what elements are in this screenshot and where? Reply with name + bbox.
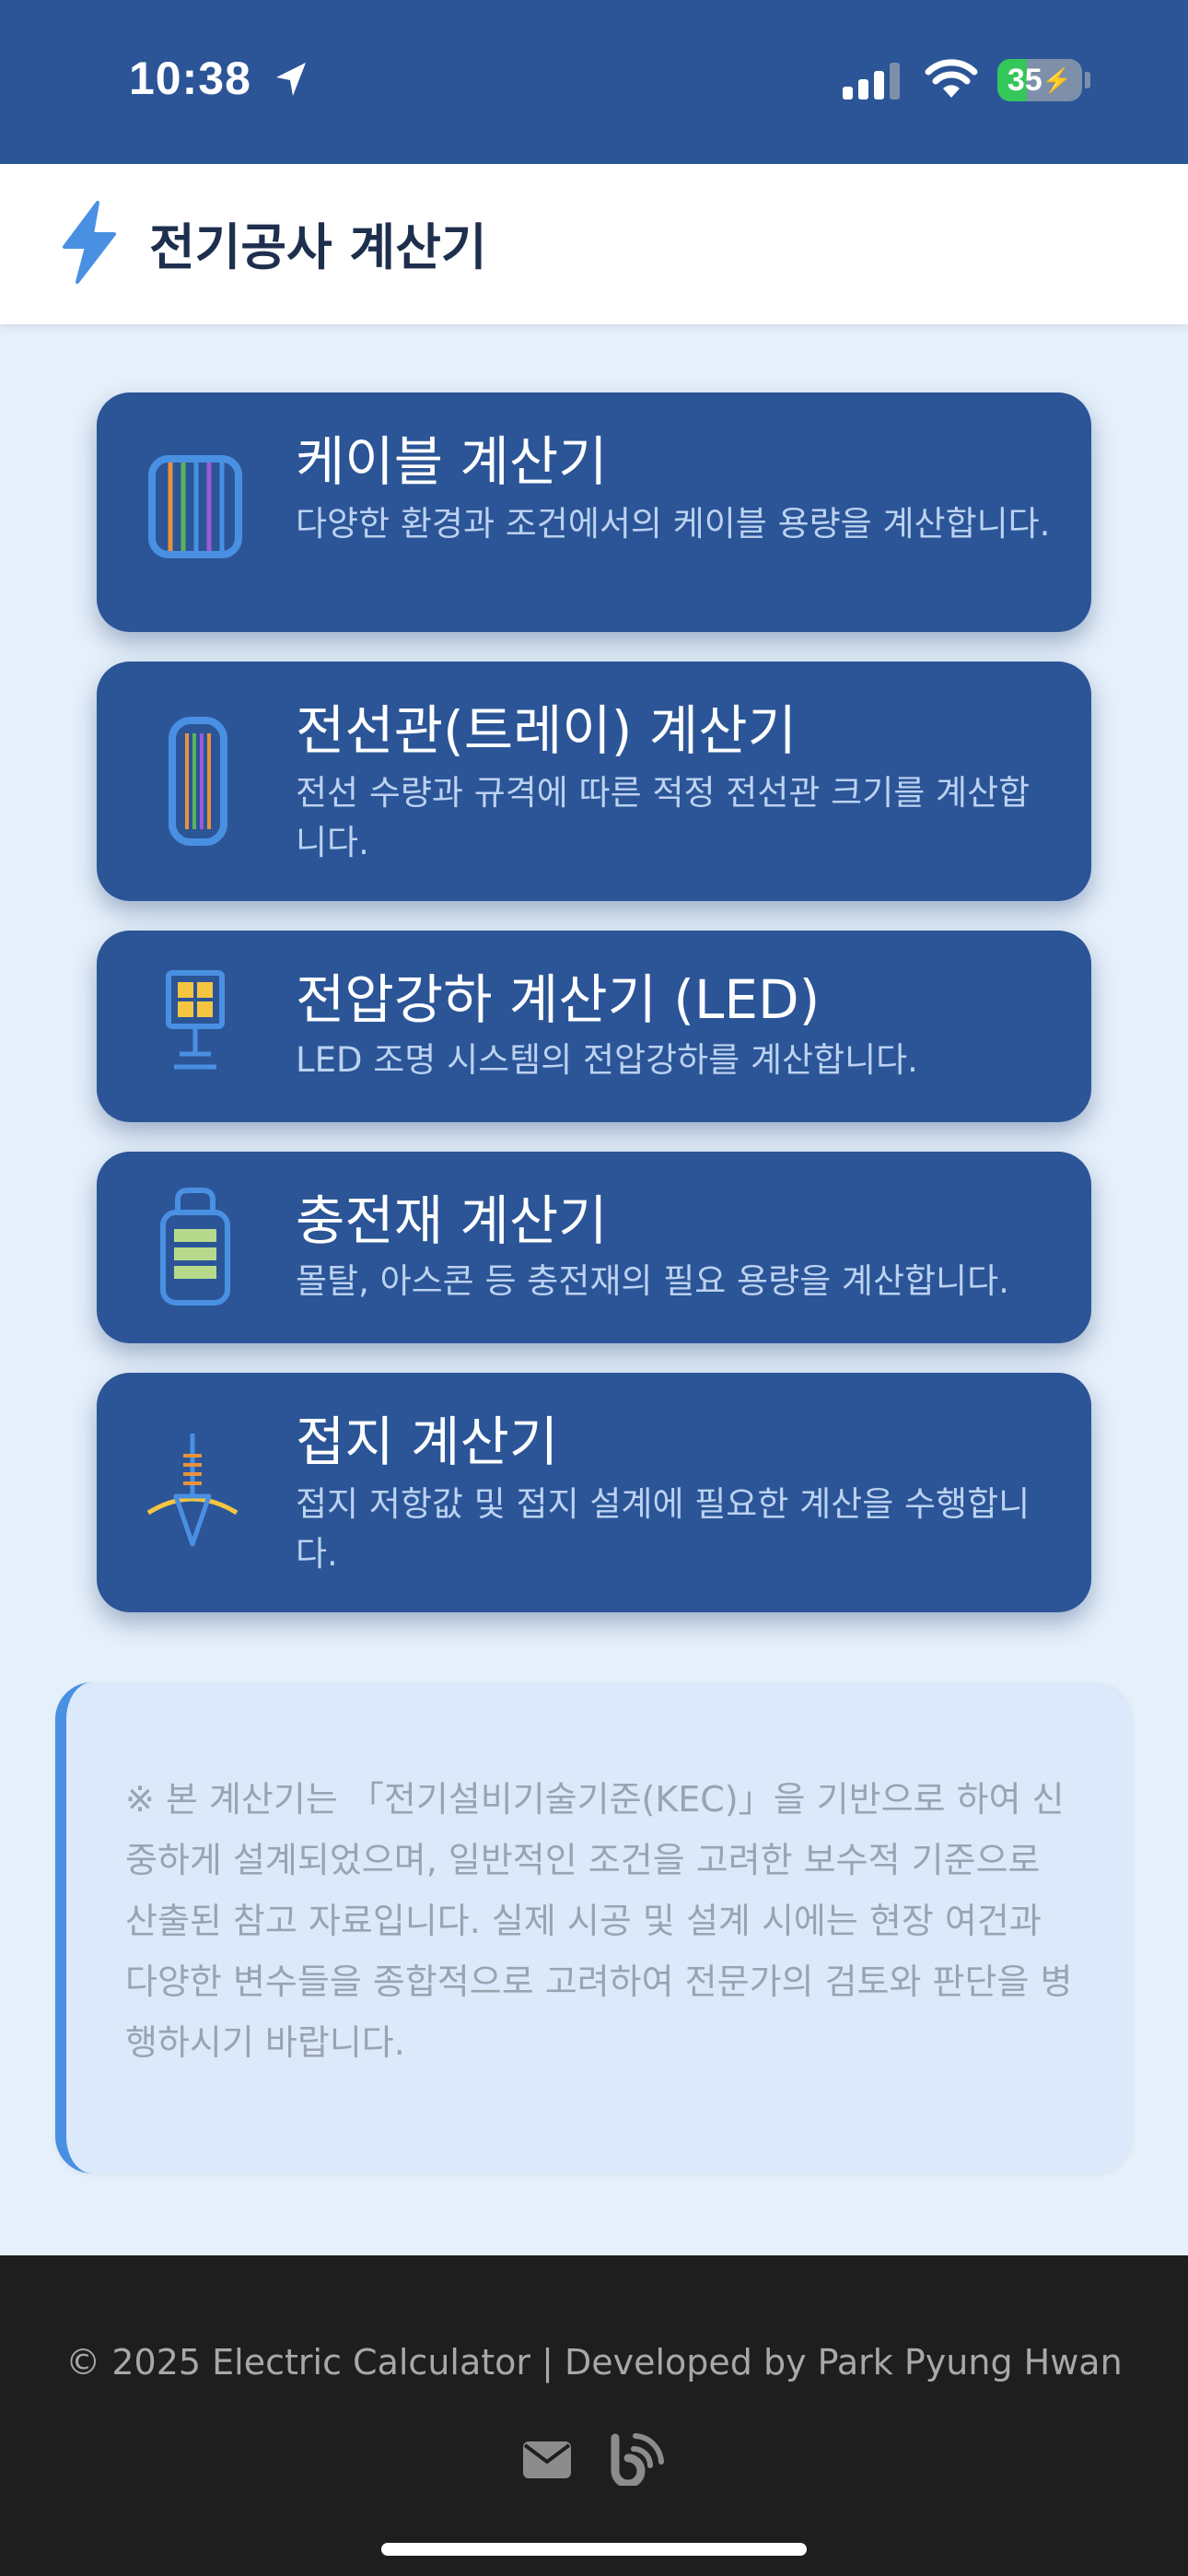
card-filler-calculator[interactable]: 충전재 계산기 몰탈, 아스콘 등 충전재의 필요 용량을 계산합니다. (97, 1152, 1091, 1343)
location-arrow-icon (276, 63, 306, 96)
status-bar: 10:38 35 ⚡ (0, 0, 1188, 164)
home-indicator[interactable] (381, 2543, 807, 2556)
footer: © 2025 Electric Calculator | Developed b… (0, 2255, 1188, 2576)
card-title: 전압강하 계산기 (LED) (296, 968, 821, 1031)
filler-bag-icon (160, 1188, 230, 1306)
lightning-bolt-icon (63, 201, 116, 284)
card-title: 케이블 계산기 (296, 430, 608, 493)
mail-icon[interactable] (521, 2440, 573, 2480)
app-header: 전기공사 계산기 (0, 164, 1188, 324)
card-description: 몰탈, 아스콘 등 충전재의 필요 용량을 계산합니다. (296, 1261, 1009, 1301)
status-time: 10:38 (129, 53, 251, 104)
led-panel-icon (166, 970, 225, 1070)
disclaimer-text: ※ 본 계산기는 「전기설비기술기준(KEC)」을 기반으로 하여 신중하게 설… (125, 1779, 1073, 2063)
disclaimer-notice: ※ 본 계산기는 「전기설비기술기준(KEC)」을 기반으로 하여 신중하게 설… (55, 1682, 1133, 2173)
cable-bundle-icon (148, 455, 242, 558)
card-cable-calculator[interactable]: 케이블 계산기 다양한 환경과 조건에서의 케이블 용량을 계산합니다. (97, 392, 1091, 632)
card-title: 접지 계산기 (296, 1411, 559, 1473)
card-description: LED 조명 시스템의 전압강하를 계산합니다. (296, 1040, 918, 1080)
card-description: 접지 저항값 및 접지 설계에 필요한 계산을 수행합니다. (296, 1484, 1031, 1574)
card-description: 전선 수량과 규격에 따른 적정 전선관 크기를 계산합니다. (296, 773, 1031, 862)
card-title: 전선관(트레이) 계산기 (296, 699, 797, 762)
card-voltage-drop-calculator[interactable]: 전압강하 계산기 (LED) LED 조명 시스템의 전압강하를 계산합니다. (97, 931, 1091, 1122)
cellular-signal-icon (843, 63, 900, 100)
footer-copyright: © 2025 Electric Calculator | Developed b… (65, 2342, 1123, 2383)
card-title: 충전재 계산기 (296, 1189, 608, 1252)
blog-icon[interactable] (610, 2430, 665, 2486)
card-conduit-calculator[interactable]: 전선관(트레이) 계산기 전선 수량과 규격에 따른 적정 전선관 크기를 계산… (97, 662, 1091, 901)
conduit-icon (169, 717, 227, 846)
battery-tip (1085, 72, 1090, 88)
card-grounding-calculator[interactable]: 접지 계산기 접지 저항값 및 접지 설계에 필요한 계산을 수행합니다. (97, 1373, 1091, 1612)
card-description: 다양한 환경과 조건에서의 케이블 용량을 계산합니다. (296, 504, 1051, 544)
wifi-icon (925, 59, 978, 98)
battery-level: 35 (1007, 62, 1042, 98)
grounding-rod-icon (146, 1434, 239, 1547)
page-title: 전기공사 계산기 (149, 218, 487, 276)
battery-charging-icon: 35 ⚡ (997, 59, 1082, 101)
